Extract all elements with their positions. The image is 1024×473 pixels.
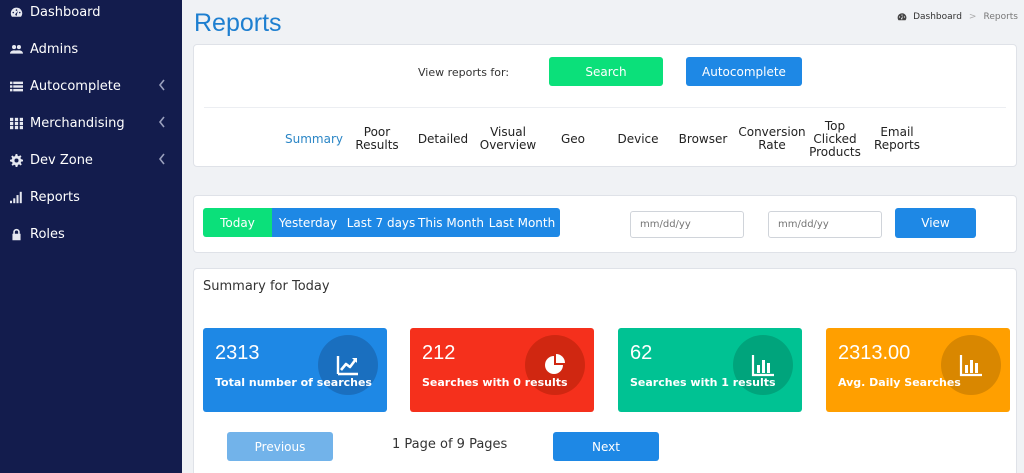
pagination-info: 1 Page of 9 Pages — [392, 437, 508, 452]
sidebar-item-dashboard[interactable]: Dashboard — [0, 0, 182, 31]
stat-label: Total number of searches — [215, 376, 372, 389]
tab-browser[interactable]: Browser — [674, 110, 732, 168]
stat-value: 2313 — [215, 342, 260, 364]
page-title: Reports — [194, 9, 282, 37]
next-page-button[interactable]: Next — [553, 432, 659, 461]
sidebar-item-label: Dashboard — [30, 5, 101, 20]
breadcrumb-current: Reports — [983, 12, 1018, 22]
sidebar-item-dev-zone[interactable]: Dev Zone — [0, 142, 182, 179]
autocomplete-button[interactable]: Autocomplete — [686, 57, 802, 86]
chevron-left-icon — [158, 116, 168, 130]
tab-detailed[interactable]: Detailed — [413, 110, 473, 168]
stat-card-zero-results: 212 Searches with 0 results — [410, 328, 594, 412]
range-last-month-button[interactable]: Last Month — [484, 208, 560, 237]
signal-bars-icon — [9, 191, 23, 205]
tab-top-clicked-products[interactable]: Top Clicked Products — [803, 110, 867, 168]
previous-page-button[interactable]: Previous — [227, 432, 333, 461]
sidebar-item-label: Reports — [30, 190, 80, 205]
dashboard-icon — [897, 13, 907, 21]
range-this-month-button[interactable]: This Month — [418, 208, 484, 237]
sidebar-item-reports[interactable]: Reports — [0, 179, 182, 216]
stat-card-one-result: 62 Searches with 1 results — [618, 328, 802, 412]
stat-value: 2313.00 — [838, 342, 911, 364]
summary-card: Summary for Today 2313 Total number of s… — [193, 268, 1017, 473]
tab-conversion-rate[interactable]: Conversion Rate — [737, 110, 807, 168]
tab-geo[interactable]: Geo — [546, 110, 600, 168]
stat-label: Searches with 0 results — [422, 376, 568, 389]
sidebar-item-merchandising[interactable]: Merchandising — [0, 105, 182, 142]
divider — [204, 107, 1006, 108]
sidebar-item-roles[interactable]: Roles — [0, 216, 182, 253]
tab-email-reports[interactable]: Email Reports — [868, 110, 926, 168]
stat-card-total-searches: 2313 Total number of searches — [203, 328, 387, 412]
date-to-input[interactable] — [768, 211, 882, 238]
search-button[interactable]: Search — [549, 57, 663, 86]
summary-title: Summary for Today — [203, 279, 330, 294]
date-range-card: Today Yesterday Last 7 days This Month L… — [193, 195, 1017, 253]
tab-device[interactable]: Device — [608, 110, 668, 168]
tab-poor-results[interactable]: Poor Results — [349, 110, 405, 168]
view-button[interactable]: View — [895, 208, 976, 238]
view-reports-label: View reports for: — [418, 66, 510, 79]
sidebar-item-autocomplete[interactable]: Autocomplete — [0, 68, 182, 105]
stat-label: Searches with 1 results — [630, 376, 776, 389]
stat-card-avg-daily-searches: 2313.00 Avg. Daily Searches — [826, 328, 1010, 412]
stat-value: 212 — [422, 342, 456, 364]
sidebar-item-label: Roles — [30, 227, 65, 242]
sidebar-item-label: Autocomplete — [30, 79, 121, 94]
lock-icon — [9, 228, 23, 242]
sidebar-item-label: Merchandising — [30, 116, 125, 131]
breadcrumb: Dashboard > Reports — [897, 12, 1018, 22]
grid-icon — [9, 117, 23, 131]
dashboard-icon — [9, 6, 23, 20]
sidebar-item-admins[interactable]: Admins — [0, 31, 182, 68]
users-icon — [9, 43, 23, 57]
tab-visual-overview[interactable]: Visual Overview — [476, 110, 540, 168]
list-icon — [9, 80, 23, 94]
tab-summary[interactable]: Summary — [282, 110, 346, 168]
chevron-left-icon — [158, 79, 168, 93]
stat-label: Avg. Daily Searches — [838, 376, 961, 389]
breadcrumb-separator: > — [968, 12, 977, 22]
report-type-card: View reports for: Search Autocomplete Su… — [193, 44, 1017, 167]
range-today-button[interactable]: Today — [203, 208, 272, 237]
sidebar-item-label: Admins — [30, 42, 79, 57]
range-yesterday-button[interactable]: Yesterday — [272, 208, 344, 237]
breadcrumb-home-link[interactable]: Dashboard — [913, 12, 962, 22]
gear-icon — [9, 154, 23, 168]
stat-value: 62 — [630, 342, 653, 364]
sidebar: Dashboard Admins Autocomplete Merchandis… — [0, 0, 182, 473]
range-last-7-days-button[interactable]: Last 7 days — [344, 208, 418, 237]
date-from-input[interactable] — [630, 211, 744, 238]
sidebar-item-label: Dev Zone — [30, 153, 93, 168]
chevron-left-icon — [158, 153, 168, 167]
